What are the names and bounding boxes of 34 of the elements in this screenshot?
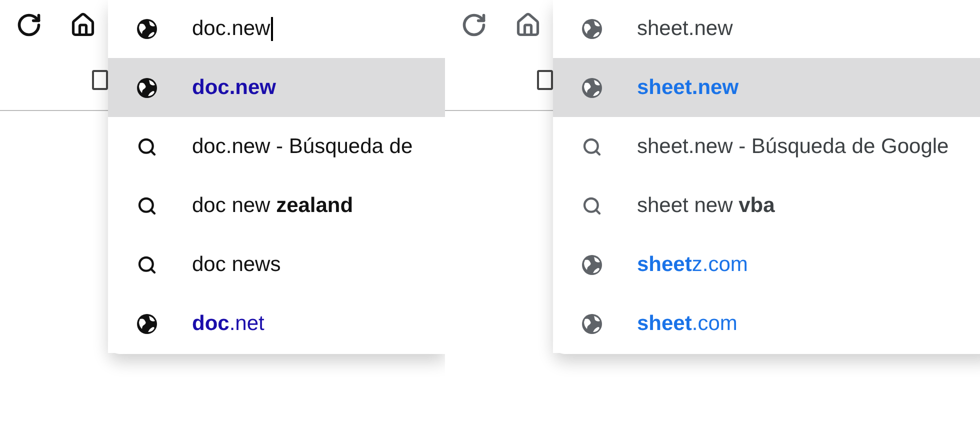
suggestion-text: sheetz.com <box>637 252 748 278</box>
suggestion-text: sheet new vba <box>637 192 775 219</box>
suggestion-text: doc.new - Búsqueda de <box>192 134 413 160</box>
suggestion-item[interactable]: doc.net <box>108 294 445 353</box>
globe-icon <box>581 76 603 98</box>
search-icon <box>582 136 602 156</box>
reload-icon[interactable] <box>461 12 487 38</box>
address-field[interactable]: doc.new <box>192 13 274 45</box>
suggestion-item[interactable]: doc.new - Búsqueda de <box>108 117 445 176</box>
suggestion-item[interactable]: doc new zealand <box>108 176 445 235</box>
globe-icon <box>581 18 603 40</box>
suggestion-text: sheet.com <box>637 310 738 337</box>
reload-icon[interactable] <box>16 12 42 38</box>
globe-icon <box>136 18 158 40</box>
home-icon[interactable] <box>515 12 541 38</box>
suggestion-text: doc new zealand <box>192 192 354 219</box>
suggestion-item[interactable]: doc.new <box>108 58 445 117</box>
suggestion-text: doc.net <box>192 310 264 337</box>
suggestion-text: doc.new <box>192 74 276 101</box>
globe-icon <box>136 312 158 334</box>
address-field[interactable]: sheet.new <box>637 13 733 45</box>
globe-icon <box>581 254 603 276</box>
search-icon <box>137 196 157 216</box>
suggestion-text: sheet.new <box>637 74 739 101</box>
globe-icon <box>136 76 158 98</box>
suggestion-item[interactable]: doc news <box>108 235 445 294</box>
suggestion-text: doc news <box>192 252 281 278</box>
search-icon <box>582 196 602 216</box>
suggestion-text: sheet.new - Búsqueda de Google <box>637 134 949 160</box>
search-icon <box>137 254 157 274</box>
text-cursor <box>271 17 274 41</box>
search-icon <box>137 136 157 156</box>
home-icon[interactable] <box>70 12 96 38</box>
globe-icon <box>581 312 603 334</box>
